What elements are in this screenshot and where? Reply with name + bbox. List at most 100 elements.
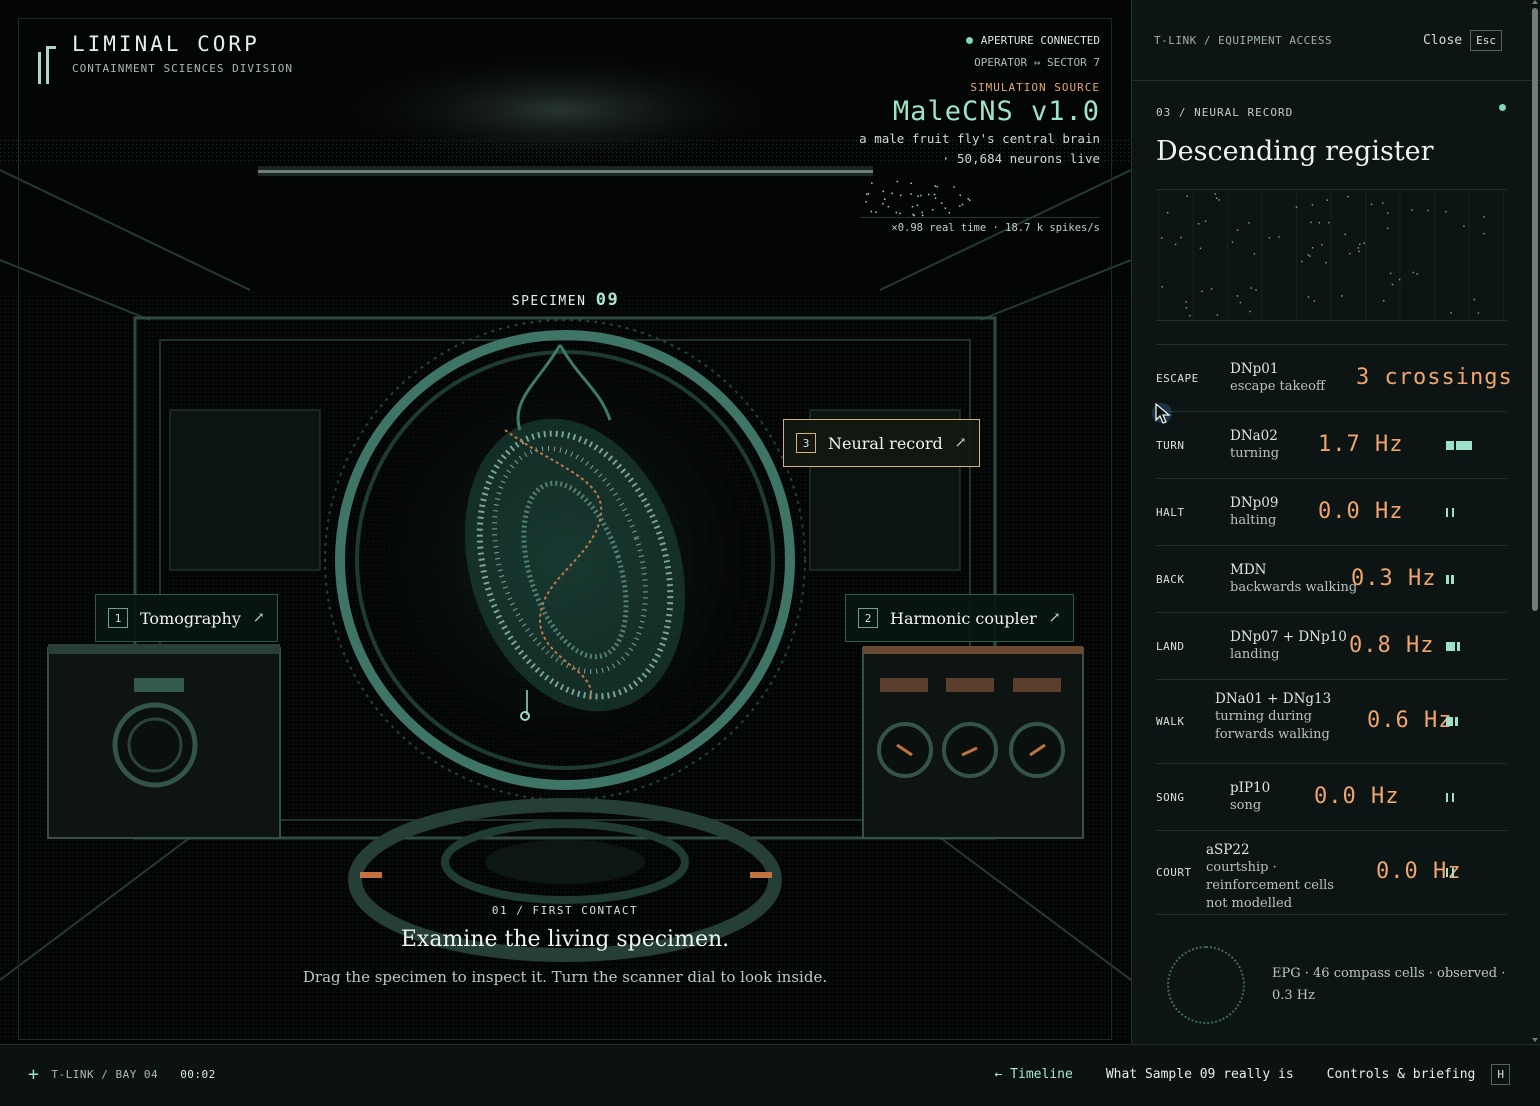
- neuron-row-escape[interactable]: ESCAPE DNp01 escape takeoff 3 crossings: [1156, 344, 1512, 411]
- liminal-logo-icon: [36, 46, 58, 92]
- hud-divider: [860, 217, 1100, 218]
- neuron-name: DNp07 + DNp10: [1230, 629, 1347, 645]
- callout-label: Tomography: [140, 608, 241, 628]
- connection-label: APERTURE CONNECTED: [980, 34, 1100, 47]
- briefing-body: Drag the specimen to inspect it. Turn th…: [302, 968, 828, 986]
- callout-neural-record[interactable]: 3 Neural record ↗: [783, 419, 980, 467]
- behaviour-label: LAND: [1156, 639, 1185, 653]
- epg-summary: EPG · 46 compass cells · observed · 0.3 …: [1272, 966, 1506, 1003]
- neuron-row-turn[interactable]: TURN DNa02 turning 1.7 Hz: [1156, 411, 1507, 478]
- firing-rate-value: 1.7 Hz: [1318, 431, 1404, 457]
- scroll-down-icon[interactable]: [1532, 1038, 1538, 1042]
- specimen-label: SPECIMEN 09: [0, 290, 1131, 310]
- neuron-name: aSP22: [1206, 842, 1250, 858]
- neuron-function: turning during forwards walking: [1215, 709, 1330, 742]
- behaviour-label: COURT: [1156, 866, 1192, 879]
- behaviour-label: BACK: [1156, 572, 1185, 586]
- neuron-cell: DNp07 + DNp10 landing: [1230, 628, 1360, 664]
- equipment-panel: T-LINK / EQUIPMENT ACCESS Close Esc 03 /…: [1131, 0, 1540, 1044]
- simulation-source-label: SIMULATION SOURCE: [970, 81, 1100, 94]
- model-name: MaleCNS v1.0: [892, 96, 1100, 127]
- brand-title: LIMINAL CORP: [72, 32, 260, 56]
- descending-neuron-list: ESCAPE DNp01 escape takeoff 3 crossings TURN…: [1156, 344, 1512, 915]
- activity-meter: [1446, 641, 1460, 651]
- activity-meter: [1446, 440, 1472, 450]
- live-indicator-icon: [1499, 104, 1506, 111]
- neuron-row-land[interactable]: LAND DNp07 + DNp10 landing 0.8 Hz: [1156, 612, 1507, 679]
- activity-meter: [1446, 792, 1454, 802]
- close-label: Close: [1422, 32, 1463, 48]
- model-description: a male fruit fly's central brain: [859, 131, 1100, 146]
- bottom-nav: ← Timeline What Sample 09 really is Cont…: [962, 1064, 1510, 1085]
- plus-icon[interactable]: +: [28, 1065, 39, 1083]
- firing-rate-value: 0.3 Hz: [1351, 565, 1437, 591]
- operator-sector: OPERATOR ⇔ SECTOR 7: [974, 56, 1100, 69]
- neuron-row-court[interactable]: COURT aSP22 courtship · reinforcement cell…: [1156, 830, 1507, 914]
- neuron-function: backwards walking: [1230, 580, 1358, 595]
- scrollbar-thumb[interactable]: [1532, 8, 1538, 611]
- h-key-hint: H: [1491, 1064, 1510, 1085]
- neuron-function: escape takeoff: [1230, 379, 1326, 394]
- callout-number: 3: [796, 433, 816, 453]
- callout-number: 2: [858, 608, 878, 628]
- connection-status: APERTURE CONNECTED: [859, 34, 1100, 47]
- firing-rate-value: 0.6 Hz: [1367, 708, 1453, 733]
- timeline-link[interactable]: ← Timeline: [995, 1067, 1073, 1082]
- external-arrow-icon: ↗: [1048, 610, 1061, 626]
- station-label: T-LINK / BAY 04: [51, 1068, 159, 1081]
- spike-raster: [1156, 189, 1507, 321]
- station-info: + T-LINK / BAY 04 00:02: [28, 1065, 216, 1083]
- activity-meter: [1446, 868, 1454, 877]
- status-dot-icon: [965, 37, 973, 44]
- firing-rate-value: 0.0 Hz: [1318, 498, 1404, 524]
- close-button[interactable]: Close Esc: [1422, 29, 1502, 51]
- neuron-cell: aSP22 courtship · reinforcement cells not…: [1206, 841, 1356, 913]
- callout-label: Neural record: [828, 433, 943, 453]
- neuron-cell: DNp01 escape takeoff: [1230, 360, 1360, 396]
- controls-briefing-link[interactable]: Controls & briefing: [1327, 1067, 1476, 1082]
- compass-ring-icon: [1167, 946, 1245, 1024]
- neuron-cell: MDN backwards walking: [1230, 561, 1360, 597]
- activity-meter: [1446, 574, 1454, 584]
- neuron-row-halt[interactable]: HALT DNp09 halting 0.0 Hz: [1156, 478, 1507, 545]
- sample-info-link[interactable]: What Sample 09 really is: [1106, 1067, 1294, 1082]
- firing-rate-value: 3 crossings: [1356, 364, 1513, 390]
- callout-label: Harmonic coupler: [890, 608, 1037, 628]
- specimen-number: 09: [595, 290, 620, 310]
- panel-scrollbar[interactable]: [1532, 0, 1538, 1044]
- behaviour-label: HALT: [1156, 505, 1185, 519]
- specimen-label-text: SPECIMEN: [511, 294, 587, 309]
- session-clock: 00:02: [180, 1068, 216, 1081]
- neuron-row-walk[interactable]: WALK DNa01 + DNg13 turning during forwards…: [1156, 679, 1507, 763]
- behaviour-label: WALK: [1156, 715, 1185, 728]
- firing-rate-value: 0.8 Hz: [1349, 632, 1435, 658]
- esc-key-hint: Esc: [1470, 29, 1502, 51]
- panel-eyebrow: 03 / NEURAL RECORD: [1156, 106, 1294, 119]
- briefing: 01 / FIRST CONTACT Examine the living sp…: [300, 904, 830, 989]
- neuron-count: · 50,684 neurons live: [941, 151, 1100, 166]
- neuron-name: MDN: [1230, 562, 1267, 578]
- briefing-step: 01 / FIRST CONTACT: [491, 904, 639, 917]
- neuron-name: DNp01: [1230, 361, 1279, 377]
- activity-meter: [1446, 717, 1458, 726]
- brand-subtitle: CONTAINMENT SCIENCES DIVISION: [72, 62, 294, 75]
- callout-tomography[interactable]: 1 Tomography ↗: [95, 594, 278, 642]
- neuron-row-song[interactable]: SONG pIP10 song 0.0 Hz: [1156, 763, 1507, 830]
- behaviour-label: TURN: [1156, 438, 1185, 452]
- neuron-function: landing: [1230, 647, 1280, 662]
- neuron-function: courtship · reinforcement cells not mode…: [1206, 860, 1334, 911]
- neuron-row-back[interactable]: BACK MDN backwards walking 0.3 Hz: [1156, 545, 1507, 612]
- simulation-rate: ×0.98 real time · 18.7 k spikes/s: [891, 222, 1100, 234]
- bottom-bar: + T-LINK / BAY 04 00:02 ← Timeline What …: [0, 1044, 1540, 1106]
- firing-rate-value: 0.0 Hz: [1314, 783, 1400, 809]
- external-arrow-icon: ↗: [252, 610, 265, 626]
- breadcrumb: T-LINK / EQUIPMENT ACCESS: [1154, 33, 1333, 47]
- callout-harmonic-coupler[interactable]: 2 Harmonic coupler ↗: [845, 594, 1074, 642]
- behaviour-label: ESCAPE: [1156, 371, 1199, 385]
- briefing-headline: Examine the living specimen.: [400, 927, 730, 952]
- brand: LIMINAL CORP CONTAINMENT SCIENCES DIVISI…: [36, 32, 293, 92]
- callout-number: 1: [108, 608, 128, 628]
- scene-viewport[interactable]: LIMINAL CORP CONTAINMENT SCIENCES DIVISI…: [0, 0, 1131, 1044]
- panel-title: Descending register: [1156, 136, 1434, 167]
- scroll-up-icon[interactable]: [1532, 0, 1538, 4]
